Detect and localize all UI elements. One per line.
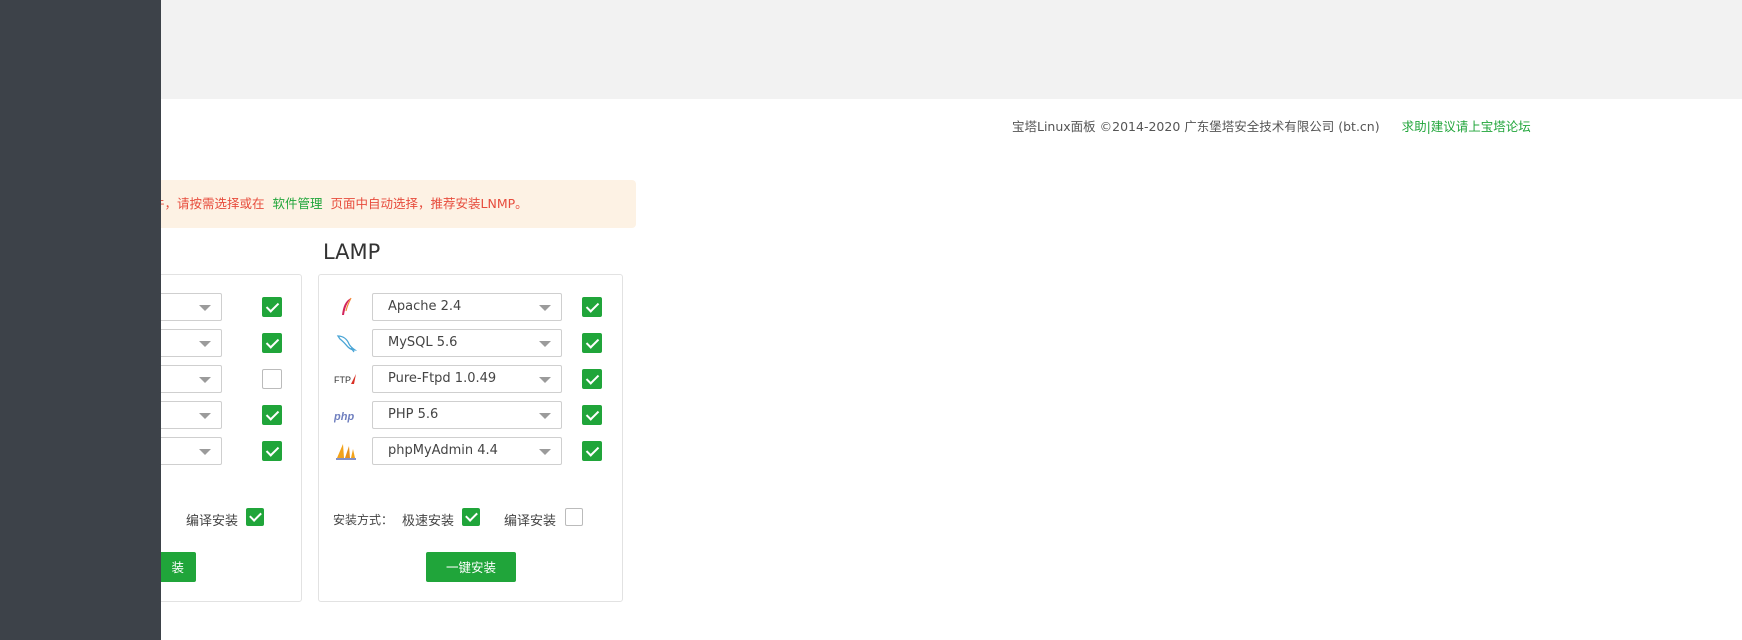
lnmp-web-checkbox[interactable]	[262, 297, 282, 317]
lnmp-ftp-checkbox[interactable]	[262, 369, 282, 389]
mysql-version-select[interactable]: MySQL 5.6	[372, 329, 562, 357]
lamp-card: Apache 2.4 MySQL 5.6 FTP Pure-Ftpd 1.0.4…	[318, 274, 623, 602]
notice-text-after: 页面中自动选择，推荐安装LNMP。	[330, 196, 528, 211]
ftp-checkbox[interactable]	[582, 369, 602, 389]
software-management-link[interactable]: 软件管理	[273, 196, 323, 211]
ftp-icon: FTP	[334, 374, 356, 385]
lamp-install-button[interactable]: 一键安装	[426, 552, 516, 582]
chevron-down-icon	[199, 341, 211, 347]
lnmp-phpmyadmin-checkbox[interactable]	[262, 441, 282, 461]
lamp-title: LAMP	[323, 240, 381, 264]
svg-text:php: php	[334, 411, 354, 423]
chevron-down-icon	[199, 377, 211, 383]
chevron-down-icon	[539, 341, 551, 347]
compile-install-label: 编译安装	[504, 514, 557, 529]
install-method-label: 安装方式：	[333, 513, 394, 527]
chevron-down-icon	[199, 449, 211, 455]
chevron-down-icon	[539, 377, 551, 383]
phpmyadmin-version-select[interactable]: phpMyAdmin 4.4	[372, 437, 562, 465]
fast-install-checkbox[interactable]	[462, 508, 480, 526]
apache-checkbox[interactable]	[582, 297, 602, 317]
ftp-version-select[interactable]: Pure-Ftpd 1.0.49	[372, 365, 562, 393]
apache-feather-icon	[342, 297, 352, 315]
lnmp-php-checkbox[interactable]	[262, 405, 282, 425]
top-header-band	[0, 0, 1742, 99]
footer-copyright: 宝塔Linux面板 ©2014-2020 广东堡塔安全技术有限公司 (bt.cn…	[1012, 119, 1380, 134]
install-notice: 件，请按需选择或在 软件管理 页面中自动选择，推荐安装LNMP。	[140, 180, 636, 228]
apache-version-select[interactable]: Apache 2.4	[372, 293, 562, 321]
compile-install-checkbox[interactable]	[565, 508, 583, 526]
chevron-down-icon	[539, 413, 551, 419]
lnmp-compile-install-checkbox[interactable]	[246, 508, 264, 526]
chevron-down-icon	[539, 449, 551, 455]
mysql-checkbox[interactable]	[582, 333, 602, 353]
fast-install-label: 极速安装	[402, 514, 455, 529]
sidebar	[0, 0, 161, 640]
php-checkbox[interactable]	[582, 405, 602, 425]
lnmp-compile-install-label: 编译安装	[186, 514, 239, 529]
svg-text:FTP: FTP	[334, 375, 351, 385]
chevron-down-icon	[199, 305, 211, 311]
php-icon: php	[334, 411, 354, 423]
lnmp-mysql-checkbox[interactable]	[262, 333, 282, 353]
notice-text-before: 件，请按需选择或在	[152, 196, 265, 211]
chevron-down-icon	[199, 413, 211, 419]
phpmyadmin-icon	[336, 444, 356, 460]
mysql-dolphin-icon	[336, 335, 358, 353]
lnmp-card: 8 编译安装 装	[111, 274, 302, 602]
footer: 宝塔Linux面板 ©2014-2020 广东堡塔安全技术有限公司 (bt.cn…	[1012, 116, 1531, 135]
chevron-down-icon	[539, 305, 551, 311]
php-version-select[interactable]: PHP 5.6	[372, 401, 562, 429]
forum-help-link[interactable]: 求助|建议请上宝塔论坛	[1402, 119, 1531, 134]
phpmyadmin-checkbox[interactable]	[582, 441, 602, 461]
